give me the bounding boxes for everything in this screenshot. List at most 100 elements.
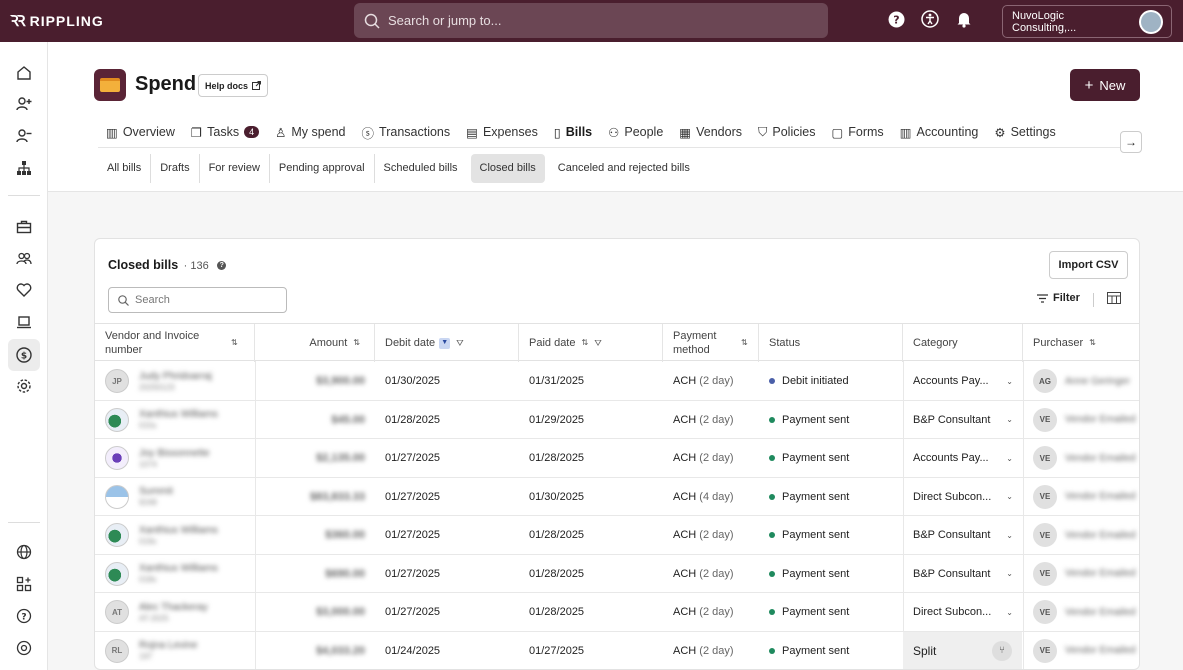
people-icon[interactable] xyxy=(14,249,34,269)
briefcase-icon[interactable] xyxy=(14,217,34,237)
global-search-input[interactable]: Search or jump to... xyxy=(354,3,828,38)
column-filter-icon[interactable]: ⛛ xyxy=(594,336,602,350)
table-row[interactable]: AT Alec Thackeray AT-2025 $3,000.00 01/2… xyxy=(95,593,1139,632)
subtab-all-bills[interactable]: All bills xyxy=(98,153,152,183)
method-text: ACH xyxy=(673,606,697,618)
column-filter-icon[interactable]: ⛛ xyxy=(456,336,464,350)
purchaser-cell[interactable]: VE Vendor Emailed xyxy=(1023,401,1139,439)
tabs-scroll-right-arrow-icon[interactable]: → xyxy=(1120,131,1142,153)
table-row[interactable]: Joy Bissonnette 1074 $2,135.00 01/27/202… xyxy=(95,439,1139,478)
vendor-cell[interactable]: Joy Bissonnette 1074 xyxy=(95,439,255,477)
purchaser-cell[interactable]: VE Vendor Emailed xyxy=(1023,516,1139,554)
category-cell[interactable]: Direct Subcon... ⌄ xyxy=(903,478,1023,516)
sort-icon[interactable]: ⇅ xyxy=(741,336,748,350)
tab-my-spend[interactable]: ♙ My spend xyxy=(267,116,353,147)
tab-tasks[interactable]: ❐ Tasks 4 xyxy=(183,116,267,147)
sort-icon[interactable]: ⇅ xyxy=(353,336,360,350)
header-amount[interactable]: Amount ⇅ xyxy=(255,324,375,362)
table-row[interactable]: Xanthius Williams 018s $690.00 01/27/202… xyxy=(95,555,1139,593)
info-icon[interactable]: ? xyxy=(217,261,227,271)
tab-policies[interactable]: ⛉ Policies xyxy=(750,116,823,147)
filter-button[interactable]: Filter xyxy=(1037,292,1080,304)
apps-icon[interactable] xyxy=(14,574,34,594)
subtab-scheduled-bills[interactable]: Scheduled bills xyxy=(375,154,467,183)
vendor-cell[interactable]: Xanthius Williams 015s xyxy=(95,401,255,439)
tab-forms[interactable]: ▢ Forms xyxy=(823,116,891,147)
add-person-icon[interactable] xyxy=(14,94,34,114)
header-paid-date[interactable]: Paid date ⇅ ⛛ xyxy=(519,324,663,362)
support-icon[interactable] xyxy=(14,638,34,658)
category-cell[interactable]: B&P Consultant ⌄ xyxy=(903,401,1023,439)
tab-overview[interactable]: ▥ Overview xyxy=(98,116,183,147)
subtab-closed-bills[interactable]: Closed bills xyxy=(470,153,545,183)
sort-icon[interactable]: ⇅ xyxy=(231,336,238,350)
split-icon[interactable]: ⑂ xyxy=(992,640,1012,661)
import-csv-button[interactable]: Import CSV xyxy=(1049,251,1128,279)
help-docs-button[interactable]: Help docs xyxy=(198,74,269,97)
vendor-cell[interactable]: Summit 9248 xyxy=(95,478,255,516)
settings-gear-icon[interactable] xyxy=(14,376,34,396)
tab-settings[interactable]: ⚙ Settings xyxy=(986,116,1063,147)
header-vendor[interactable]: Vendor and Invoice number ⇅ xyxy=(95,324,255,362)
vendor-cell[interactable]: Xanthius Williams 019s xyxy=(95,516,255,554)
category-cell[interactable]: Accounts Pay... ⌄ xyxy=(903,439,1023,477)
rippling-logo[interactable]: ꝚꝚ RIPPLING xyxy=(10,11,350,31)
vendor-cell[interactable]: JP Judy Phridoarraj 20250123 xyxy=(95,362,255,400)
laptop-icon[interactable] xyxy=(14,312,34,332)
org-chart-icon[interactable] xyxy=(14,158,34,178)
globe-icon[interactable] xyxy=(14,542,34,562)
tab-vendors[interactable]: ▦ Vendors xyxy=(671,116,750,147)
home-icon[interactable] xyxy=(14,63,34,83)
bills-search-input[interactable]: Search xyxy=(108,287,287,313)
subtab-canceled-rejected[interactable]: Canceled and rejected bills xyxy=(549,154,699,183)
purchaser-cell[interactable]: VE Vendor Emailed xyxy=(1023,555,1139,593)
person-icon: ♙ xyxy=(275,125,287,140)
vendor-cell[interactable]: RL Rojna Levine 197 xyxy=(95,632,255,670)
sort-active-icon[interactable]: ▼ xyxy=(439,337,451,349)
category-cell[interactable]: Accounts Pay... ⌄ xyxy=(903,362,1023,400)
help-icon[interactable]: ? xyxy=(886,9,906,29)
spend-dollar-icon[interactable]: $ xyxy=(14,345,34,365)
vendor-name: Joy Bissonnette xyxy=(139,447,210,459)
table-row[interactable]: Summit 9248 $83,833.33 01/27/2025 01/30/… xyxy=(95,478,1139,516)
category-split[interactable]: Split ⑂ xyxy=(903,631,1022,669)
new-button[interactable]: + New xyxy=(1070,69,1140,101)
sort-icon[interactable]: ⇅ xyxy=(581,336,588,350)
tab-accounting[interactable]: ▥ Accounting xyxy=(892,116,987,147)
table-row[interactable]: Xanthius Williams 019s $360.00 01/27/202… xyxy=(95,516,1139,555)
table-row[interactable]: JP Judy Phridoarraj 20250123 $3,900.00 0… xyxy=(95,362,1139,401)
heart-icon[interactable] xyxy=(14,280,34,300)
subtab-for-review[interactable]: For review xyxy=(200,153,270,183)
accessibility-icon[interactable] xyxy=(920,9,940,29)
purchaser-cell[interactable]: AG Anne Geringer xyxy=(1023,362,1139,400)
purchaser-cell[interactable]: VE Vendor Emailed xyxy=(1023,439,1139,477)
purchaser-cell[interactable]: VE Vendor Emailed xyxy=(1023,632,1139,670)
header-payment-method[interactable]: Payment method ⇅ xyxy=(663,324,759,362)
header-debit-date[interactable]: Debit date ▼ ⛛ xyxy=(375,324,519,362)
notifications-bell-icon[interactable] xyxy=(954,9,974,29)
category-cell[interactable]: B&P Consultant ⌄ xyxy=(903,516,1023,554)
category-cell[interactable]: B&P Consultant ⌄ xyxy=(903,555,1023,593)
table-row[interactable]: RL Rojna Levine 197 $4,033.20 01/24/2025… xyxy=(95,631,1139,670)
header-purchaser[interactable]: Purchaser ⇅ xyxy=(1023,324,1139,362)
remove-person-icon[interactable] xyxy=(14,126,34,146)
category-cell[interactable]: Direct Subcon... ⌄ xyxy=(903,593,1023,631)
purchaser-cell[interactable]: VE Vendor Emailed xyxy=(1023,593,1139,631)
tab-transactions[interactable]: ⓢ Transactions xyxy=(354,116,459,147)
tab-expenses[interactable]: ▤ Expenses xyxy=(458,116,546,147)
page-title: Spend xyxy=(135,73,197,95)
tab-people[interactable]: ⚇ People xyxy=(600,116,671,147)
purchaser-cell[interactable]: VE Vendor Emailed xyxy=(1023,478,1139,516)
columns-icon[interactable] xyxy=(1107,292,1121,304)
help-circle-icon[interactable]: ? xyxy=(14,606,34,626)
vendor-cell[interactable]: AT Alec Thackeray AT-2025 xyxy=(95,593,255,631)
subtab-drafts[interactable]: Drafts xyxy=(151,153,200,183)
amount-cell: $2,135.00 xyxy=(255,439,375,477)
vendor-cell[interactable]: Xanthius Williams 018s xyxy=(95,555,255,593)
tab-bills[interactable]: ▯ Bills xyxy=(546,116,600,147)
status-text: Payment sent xyxy=(782,490,850,503)
company-switcher[interactable]: NuvoLogic Consulting,... xyxy=(1002,5,1172,38)
subtab-pending-approval[interactable]: Pending approval xyxy=(270,153,375,183)
sort-icon[interactable]: ⇅ xyxy=(1089,336,1096,350)
table-row[interactable]: Xanthius Williams 015s $45.00 01/28/2025… xyxy=(95,401,1139,439)
